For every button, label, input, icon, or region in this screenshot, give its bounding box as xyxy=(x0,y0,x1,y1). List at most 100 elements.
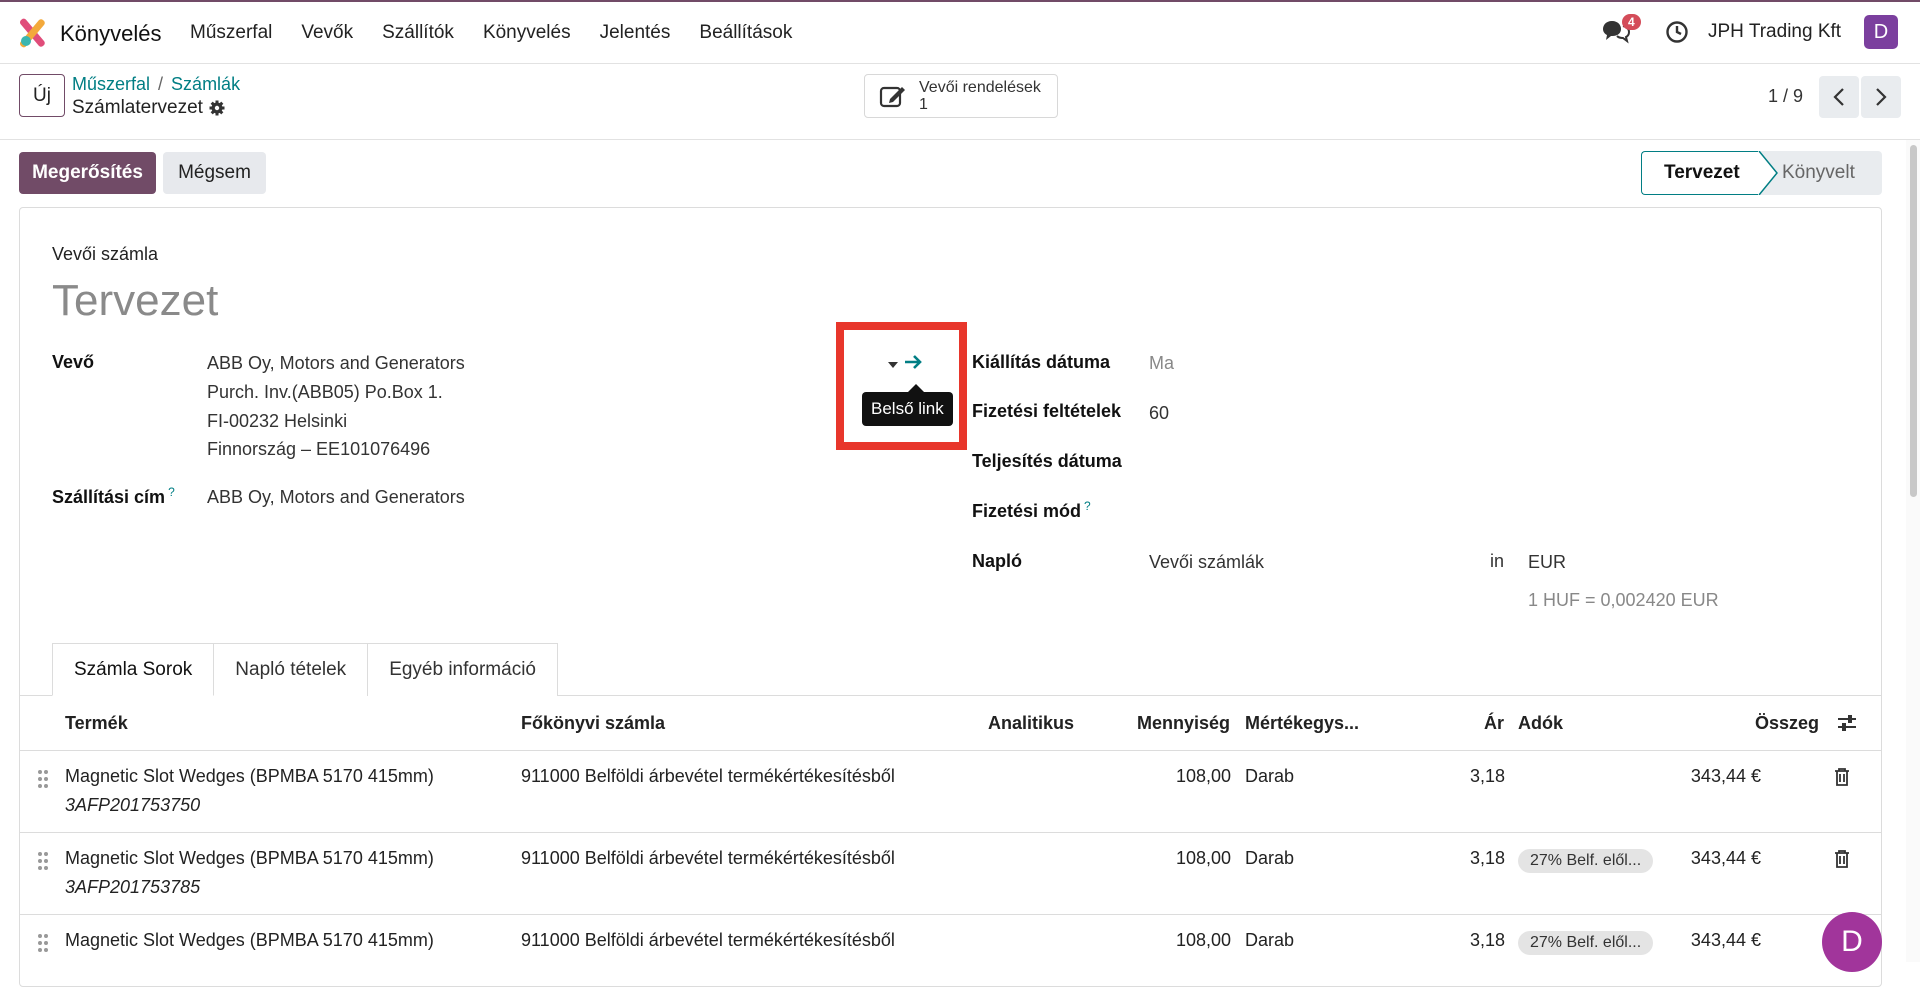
row-price[interactable]: 3,18 xyxy=(1399,848,1505,869)
pager-next-button[interactable] xyxy=(1861,76,1901,118)
column-analytic[interactable]: Analitikus xyxy=(988,713,1074,734)
pager-previous-button[interactable] xyxy=(1819,76,1859,118)
menu-item-vendors[interactable]: Szállítók xyxy=(382,22,454,44)
trash-icon[interactable] xyxy=(1834,850,1850,868)
column-taxes[interactable]: Adók xyxy=(1518,713,1563,734)
row-account[interactable]: 911000 Belföldi árbevétel termékértékesí… xyxy=(521,930,895,951)
stage-arrow-icon xyxy=(1758,151,1778,195)
row-account[interactable]: 911000 Belföldi árbevétel termékértékesí… xyxy=(521,848,895,869)
journal-label: Napló xyxy=(972,551,1023,571)
caret-down-icon[interactable] xyxy=(888,362,898,368)
notebook-tabs: Számla Sorok Napló tételek Egyéb informá… xyxy=(52,643,558,696)
breadcrumb: Műszerfal / Számlák xyxy=(72,74,241,94)
row-price[interactable]: 3,18 xyxy=(1399,930,1505,951)
column-quantity[interactable]: Mennyiség xyxy=(1137,713,1230,734)
currency-value[interactable]: EUR xyxy=(1528,552,1566,573)
row-price[interactable]: 3,18 xyxy=(1399,766,1505,787)
stage-draft[interactable]: Tervezet xyxy=(1641,151,1759,195)
breadcrumb-invoices[interactable]: Számlák xyxy=(171,74,240,94)
document-type: Vevői számla xyxy=(52,244,159,264)
payment-terms-value[interactable]: 60 xyxy=(1149,403,1169,424)
delivery-date-label: Teljesítés dátuma xyxy=(972,451,1122,471)
column-amount[interactable]: Összeg xyxy=(1755,713,1819,734)
invoice-date-input[interactable]: Ma xyxy=(1149,353,1174,374)
menu-item-reporting[interactable]: Jelentés xyxy=(600,22,671,44)
column-uom[interactable]: Mértékegys... xyxy=(1245,713,1359,734)
row-quantity[interactable]: 108,00 xyxy=(1129,766,1231,787)
customer-line-2: Purch. Inv.(ABB05) Po.Box 1. xyxy=(207,382,443,402)
tab-journal-items[interactable]: Napló tételek xyxy=(213,643,369,696)
sales-orders-smart-button[interactable]: Vevői rendelések 1 xyxy=(864,74,1058,118)
internal-link-arrow-icon[interactable] xyxy=(903,352,923,372)
chat-window-avatar[interactable]: D xyxy=(1822,912,1882,972)
row-uom[interactable]: Darab xyxy=(1245,848,1294,869)
breadcrumb-dashboard[interactable]: Műszerfal xyxy=(72,74,150,94)
cancel-button[interactable]: Mégsem xyxy=(163,152,266,194)
menu-item-configuration[interactable]: Beállítások xyxy=(699,22,792,44)
row-product[interactable]: Magnetic Slot Wedges (BPMBA 5170 415mm) xyxy=(65,848,434,869)
stage-posted[interactable]: Könyvelt xyxy=(1760,151,1882,195)
row-account[interactable]: 911000 Belföldi árbevétel termékértékesí… xyxy=(521,766,895,787)
user-avatar[interactable]: D xyxy=(1864,15,1898,49)
row-description: 3AFP201753785 xyxy=(65,877,201,897)
table-row[interactable]: Magnetic Slot Wedges (BPMBA 5170 415mm) … xyxy=(19,751,1882,833)
optional-columns-icon[interactable] xyxy=(1837,714,1857,732)
app-logo-icon[interactable] xyxy=(18,18,46,48)
payment-terms-label: Fizetési feltételek xyxy=(972,401,1122,421)
row-product[interactable]: Magnetic Slot Wedges (BPMBA 5170 415mm) xyxy=(65,930,434,951)
shipping-address-value[interactable]: ABB Oy, Motors and Generators xyxy=(207,487,465,508)
row-quantity[interactable]: 108,00 xyxy=(1129,848,1231,869)
control-panel-divider xyxy=(0,139,1920,140)
clock-icon[interactable] xyxy=(1665,20,1689,44)
new-button[interactable]: Új xyxy=(19,74,65,117)
chevron-left-icon xyxy=(1833,88,1844,106)
in-label: in xyxy=(1490,551,1505,571)
highlight-box xyxy=(836,322,967,450)
customer-line-1[interactable]: ABB Oy, Motors and Generators xyxy=(207,353,465,374)
column-product[interactable]: Termék xyxy=(65,713,128,734)
payment-method-label: Fizetési mód? xyxy=(972,499,1091,521)
drag-handle-icon[interactable] xyxy=(37,851,49,871)
app-name[interactable]: Könyvelés xyxy=(60,21,162,47)
menu-item-dashboard[interactable]: Műszerfal xyxy=(190,22,272,44)
record-title-row: Számlatervezet xyxy=(72,97,225,119)
scrollbar-thumb[interactable] xyxy=(1910,145,1917,497)
row-description: 3AFP201753750 xyxy=(65,795,201,815)
chat-count-badge: 4 xyxy=(1622,14,1641,30)
row-tax-badge[interactable]: 27% Belf. elől... xyxy=(1518,849,1654,873)
tab-invoice-lines[interactable]: Számla Sorok xyxy=(52,643,215,696)
row-uom[interactable]: Darab xyxy=(1245,766,1294,787)
top-navbar: Könyvelés Műszerfal Vevők Szállítók Köny… xyxy=(0,0,1920,64)
confirm-button[interactable]: Megerősítés xyxy=(19,152,156,194)
gear-icon[interactable] xyxy=(209,100,225,116)
internal-link-tooltip: Belső link xyxy=(862,384,953,426)
trash-icon[interactable] xyxy=(1834,768,1850,786)
menu-item-customers[interactable]: Vevők xyxy=(301,22,353,44)
record-title: Számlatervezet xyxy=(72,97,203,118)
row-product[interactable]: Magnetic Slot Wedges (BPMBA 5170 415mm) xyxy=(65,766,434,787)
pager-value[interactable]: 1 / 9 xyxy=(1768,86,1803,107)
customer-label: Vevő xyxy=(52,352,95,372)
row-amount: 343,44 € xyxy=(1690,766,1761,786)
table-row[interactable]: Magnetic Slot Wedges (BPMBA 5170 415mm) … xyxy=(19,833,1882,915)
row-quantity[interactable]: 108,00 xyxy=(1129,930,1231,951)
currency-rate: 1 HUF = 0,002420 EUR xyxy=(1528,590,1719,610)
menu-item-accounting[interactable]: Könyvelés xyxy=(483,22,571,44)
smart-button-label: Vevői rendelések xyxy=(919,79,1041,96)
column-price[interactable]: Ár xyxy=(1484,713,1504,734)
column-account[interactable]: Főkönyvi számla xyxy=(521,713,665,734)
help-marker[interactable]: ? xyxy=(1084,499,1091,513)
journal-value[interactable]: Vevői számlák xyxy=(1149,552,1264,573)
table-row[interactable]: Magnetic Slot Wedges (BPMBA 5170 415mm) … xyxy=(19,915,1882,997)
company-switcher[interactable]: JPH Trading Kft xyxy=(1708,21,1841,43)
help-marker[interactable]: ? xyxy=(168,485,175,499)
row-uom[interactable]: Darab xyxy=(1245,930,1294,951)
row-tax-badge[interactable]: 27% Belf. elől... xyxy=(1518,931,1654,955)
drag-handle-icon[interactable] xyxy=(37,933,49,953)
invoice-date-label: Kiállítás dátuma xyxy=(972,352,1111,372)
main-menu: Műszerfal Vevők Szállítók Könyvelés Jele… xyxy=(190,22,821,44)
drag-handle-icon[interactable] xyxy=(37,769,49,789)
row-amount: 343,44 € xyxy=(1690,848,1761,868)
edit-document-icon xyxy=(879,86,905,108)
tab-other-info[interactable]: Egyéb információ xyxy=(367,643,558,696)
